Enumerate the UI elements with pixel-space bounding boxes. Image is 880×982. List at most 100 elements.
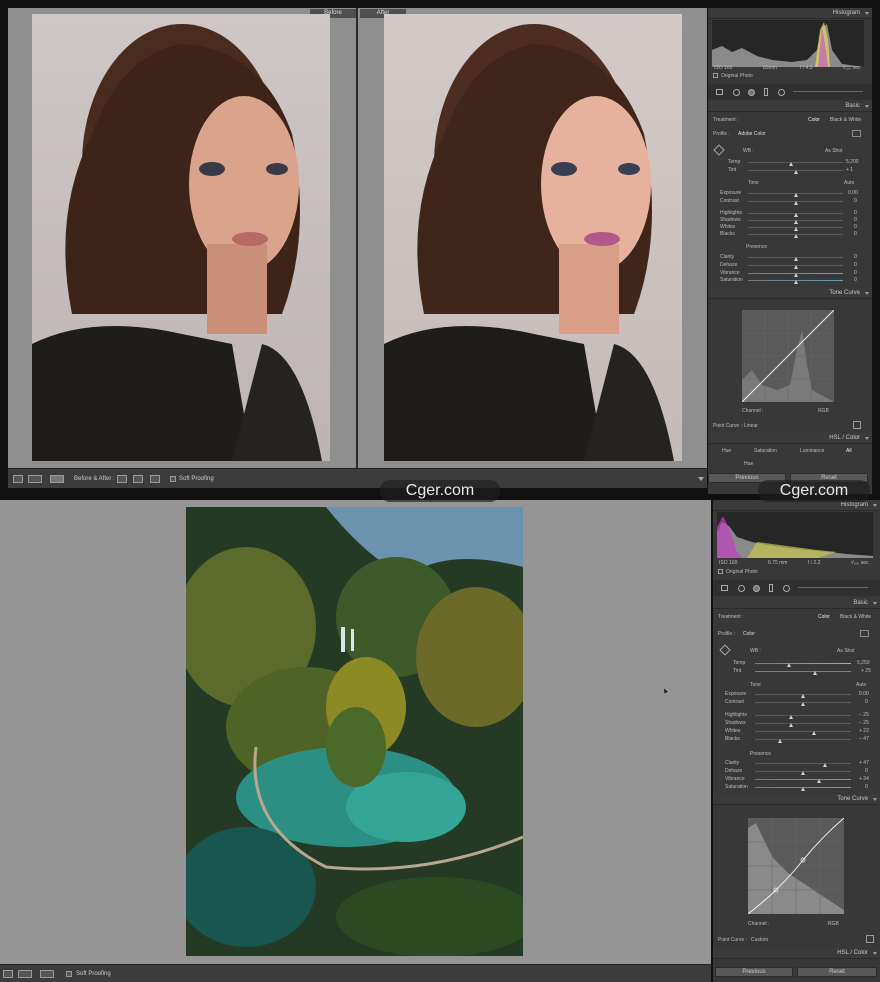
shadows-slider-knob[interactable]	[793, 220, 798, 224]
temp-value-bottom[interactable]: 5,250	[857, 660, 870, 666]
treatment-bw[interactable]: Black & White	[830, 117, 861, 123]
highlights-slider-knob[interactable]	[793, 213, 798, 217]
contrast-slider-knob[interactable]	[793, 201, 798, 205]
blacks-value-bottom[interactable]: − 47	[859, 736, 869, 742]
radial-filter-icon-bottom[interactable]	[783, 585, 790, 592]
hsl-header[interactable]: HSL / Color	[708, 433, 872, 444]
exposure-slider-knob[interactable]	[793, 193, 798, 197]
exposure-slider-knob-bottom[interactable]	[801, 694, 805, 698]
brush-slider[interactable]	[793, 91, 863, 92]
saturation-value[interactable]: 0	[854, 277, 857, 283]
white-balance-picker-icon[interactable]	[713, 144, 725, 156]
clarity-slider-knob-bottom[interactable]	[823, 763, 828, 767]
highlights-value[interactable]: 0	[854, 210, 857, 216]
histogram-header[interactable]: Histogram	[708, 8, 872, 19]
clarity-value[interactable]: 0	[854, 254, 857, 260]
reset-button-bottom[interactable]: Reset	[797, 967, 877, 977]
vibrance-slider-knob-bottom[interactable]	[817, 779, 822, 783]
copy-before-icon[interactable]	[117, 475, 127, 483]
profile-value-bottom[interactable]: Color	[743, 631, 755, 637]
shadows-value[interactable]: 0	[854, 217, 857, 223]
whites-slider-knob-bottom[interactable]	[811, 731, 816, 735]
saturation-value-bottom[interactable]: 0	[865, 784, 868, 790]
highlights-value-bottom[interactable]: − 25	[859, 712, 869, 718]
whites-value[interactable]: 0	[854, 224, 857, 230]
hsl-saturation-tab[interactable]: Saturation	[754, 448, 777, 454]
vibrance-value-bottom[interactable]: + 34	[859, 776, 869, 782]
contrast-slider-knob-bottom[interactable]	[801, 702, 805, 706]
treatment-bw-bottom[interactable]: Black & White	[840, 614, 871, 620]
saturation-slider-knob-bottom[interactable]	[801, 787, 805, 791]
before-after-divider[interactable]	[356, 8, 358, 468]
profile-browser-icon[interactable]	[852, 130, 861, 137]
contrast-value-bottom[interactable]: 0	[865, 699, 868, 705]
soft-proofing-checkbox[interactable]	[170, 476, 176, 482]
loupe-view-icon[interactable]	[13, 475, 23, 483]
hsl-luminance-tab[interactable]: Luminance	[800, 448, 824, 454]
spot-removal-icon[interactable]	[733, 89, 740, 96]
spot-removal-icon-bottom[interactable]	[738, 585, 745, 592]
blacks-slider-knob[interactable]	[793, 234, 798, 238]
swap-icon[interactable]	[150, 475, 160, 483]
tone-curve-graph-bottom[interactable]	[748, 818, 844, 914]
hsl-hue-tab[interactable]: Hue	[722, 448, 731, 454]
whites-value-bottom[interactable]: + 22	[859, 728, 869, 734]
dehaze-value-bottom[interactable]: 0	[865, 768, 868, 774]
channel-value-bottom[interactable]: RGB	[828, 921, 839, 927]
toolbar-menu-icon[interactable]	[698, 477, 704, 481]
loupe-view-icon-bottom[interactable]	[3, 970, 13, 978]
tone-auto-button[interactable]: Auto	[844, 180, 854, 186]
previous-button-bottom[interactable]: Previous	[715, 967, 793, 977]
shadows-slider-knob-bottom[interactable]	[788, 723, 793, 727]
vibrance-value[interactable]: 0	[854, 270, 857, 276]
clarity-slider-knob[interactable]	[793, 257, 798, 261]
channel-value[interactable]: RGB	[818, 408, 829, 414]
tone-curve-header-bottom[interactable]: Tone Curve	[713, 794, 880, 805]
shadows-value-bottom[interactable]: − 25	[859, 720, 869, 726]
tint-value[interactable]: + 1	[846, 167, 853, 173]
compare-view-icon-bottom[interactable]	[18, 970, 32, 978]
original-photo-checkbox-bottom[interactable]	[718, 569, 723, 574]
blacks-value[interactable]: 0	[854, 231, 857, 237]
tone-auto-button-bottom[interactable]: Auto	[856, 682, 866, 688]
hsl-header-bottom[interactable]: HSL / Color	[713, 948, 880, 959]
whites-slider-knob[interactable]	[793, 227, 798, 231]
point-curve-value-bottom[interactable]: Custom	[751, 937, 768, 943]
temp-slider-knob-bottom[interactable]	[786, 663, 791, 667]
temp-value[interactable]: 5,200	[846, 159, 859, 165]
red-eye-icon-bottom[interactable]	[753, 585, 760, 592]
treatment-color[interactable]: Color	[808, 117, 820, 123]
profile-value[interactable]: Adobe Color	[738, 131, 766, 137]
compare-view-icon[interactable]	[28, 475, 42, 483]
treatment-color-bottom[interactable]: Color	[818, 614, 830, 620]
temp-slider-knob[interactable]	[788, 162, 793, 166]
original-photo-checkbox[interactable]	[713, 73, 718, 78]
crop-tool-icon-bottom[interactable]	[721, 585, 728, 591]
point-curve-value[interactable]: Linear	[744, 423, 758, 429]
exposure-value-bottom[interactable]: 0.00	[859, 691, 869, 697]
red-eye-icon[interactable]	[748, 89, 755, 96]
hsl-all-tab[interactable]: All	[846, 448, 852, 454]
exposure-value[interactable]: 0.00	[848, 190, 858, 196]
curve-edit-icon-bottom[interactable]	[866, 935, 874, 943]
soft-proofing-checkbox-bottom[interactable]	[66, 971, 72, 977]
basic-header[interactable]: Basic	[708, 101, 872, 112]
tint-slider-knob-bottom[interactable]	[812, 671, 817, 675]
copy-after-icon[interactable]	[133, 475, 143, 483]
curve-edit-icon[interactable]	[853, 421, 861, 429]
clarity-value-bottom[interactable]: + 47	[859, 760, 869, 766]
tone-curve-header[interactable]: Tone Curve	[708, 288, 872, 299]
blacks-slider-knob-bottom[interactable]	[777, 739, 782, 743]
dehaze-slider-knob-bottom[interactable]	[801, 771, 805, 775]
white-balance-picker-icon-bottom[interactable]	[719, 644, 731, 656]
graduated-filter-icon[interactable]	[764, 88, 768, 96]
wb-value[interactable]: As Shot	[825, 148, 843, 154]
profile-browser-icon-bottom[interactable]	[860, 630, 869, 637]
tint-slider-knob[interactable]	[793, 170, 798, 174]
temp-slider-track[interactable]	[748, 162, 843, 163]
graduated-filter-icon-bottom[interactable]	[769, 584, 773, 592]
crop-tool-icon[interactable]	[716, 89, 723, 95]
dehaze-value[interactable]: 0	[854, 262, 857, 268]
tone-curve-graph[interactable]	[742, 310, 834, 402]
saturation-slider-knob[interactable]	[793, 280, 798, 284]
